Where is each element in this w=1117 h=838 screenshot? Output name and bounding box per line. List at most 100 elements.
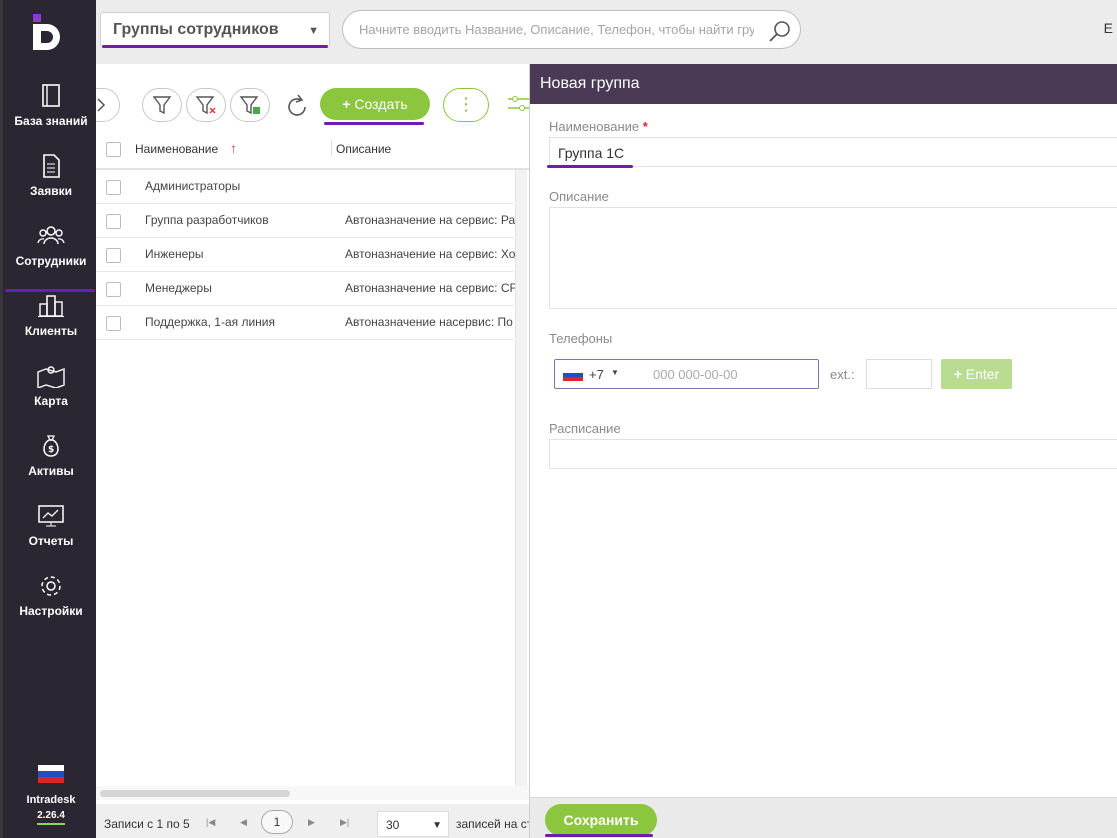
column-separator xyxy=(331,140,332,156)
last-page-icon[interactable]: ▶| xyxy=(340,817,349,828)
create-button-label: Создать xyxy=(354,96,408,112)
filter-icon xyxy=(152,96,172,115)
per-page-select[interactable]: 30 ▼ xyxy=(377,811,449,837)
row-checkbox[interactable] xyxy=(106,316,121,331)
filter-save-icon xyxy=(239,96,260,115)
section-selector[interactable]: Группы сотрудников ▼ xyxy=(100,12,330,48)
panel-form: Наименование * Группа 1С Описание Телефо… xyxy=(530,104,1117,797)
row-description: Автоназначение насервис: По xyxy=(345,315,513,329)
name-input[interactable]: Группа 1С xyxy=(549,137,1117,167)
vertical-scrollbar[interactable] xyxy=(515,170,527,786)
description-textarea[interactable] xyxy=(549,207,1117,309)
per-page-value: 30 xyxy=(386,818,400,832)
row-name: Администраторы xyxy=(145,179,241,193)
plus-icon: + xyxy=(342,96,351,112)
sidebar-item-knowledge-base[interactable]: База знаний xyxy=(3,84,99,144)
refresh-icon[interactable] xyxy=(284,92,310,120)
pagination: Записи с 1 по 5 |◀ ◀ 1 ▶ ▶| 30 ▼ записей… xyxy=(96,804,529,838)
row-description: Автоназначение на сервис: Хо xyxy=(345,247,515,261)
save-button-underline xyxy=(545,834,653,837)
search-icon[interactable] xyxy=(768,19,792,43)
name-input-underline xyxy=(547,165,633,168)
sidebar-item-map[interactable]: Карта xyxy=(3,364,99,424)
table-row[interactable]: Инженеры Автоназначение на сервис: Хо xyxy=(96,238,515,272)
name-input-value: Группа 1С xyxy=(558,145,625,161)
gear-icon xyxy=(41,576,61,596)
panel-footer: Сохранить xyxy=(530,797,1117,838)
row-checkbox[interactable] xyxy=(106,248,121,263)
language-flag-icon[interactable] xyxy=(38,765,64,783)
document-icon xyxy=(43,154,60,178)
schedule-input[interactable] xyxy=(549,439,1117,469)
sidebar-item-tickets[interactable]: Заявки xyxy=(3,154,99,214)
search-placeholder: Начните вводить Название, Описание, Теле… xyxy=(359,22,754,37)
table-row[interactable]: Менеджеры Автоназначение на сервис: CF xyxy=(96,272,515,306)
prev-page-icon[interactable]: ◀ xyxy=(240,817,247,828)
sort-asc-icon[interactable]: ↑ xyxy=(230,140,237,156)
caret-down-icon[interactable]: ▼ xyxy=(611,368,619,377)
sidebar: База знаний Заявки Сотрудники Клиенты Ка… xyxy=(0,0,96,838)
sidebar-item-assets[interactable]: $ Активы xyxy=(3,434,99,494)
table-row[interactable]: Администраторы xyxy=(96,170,514,204)
sidebar-item-label: Клиенты xyxy=(24,324,78,338)
row-checkbox[interactable] xyxy=(106,282,121,297)
column-header-name[interactable]: Наименование xyxy=(135,142,218,156)
row-name: Инженеры xyxy=(145,247,204,261)
monitor-chart-icon xyxy=(38,505,64,527)
search-input[interactable]: Начните вводить Название, Описание, Теле… xyxy=(342,10,801,49)
row-checkbox[interactable] xyxy=(106,180,121,195)
clear-filter-button[interactable] xyxy=(186,88,226,122)
description-label: Описание xyxy=(549,189,609,204)
sidebar-item-employees[interactable]: Сотрудники xyxy=(3,224,99,292)
caret-down-icon: ▼ xyxy=(432,820,442,831)
filter-button[interactable] xyxy=(142,88,182,122)
sidebar-item-settings[interactable]: Настройки xyxy=(3,574,99,634)
sidebar-footer: Intradesk 2.26.4 xyxy=(3,765,99,825)
select-all-checkbox[interactable] xyxy=(106,142,121,157)
sidebar-item-reports[interactable]: Отчеты xyxy=(3,504,99,564)
sidebar-item-label: Карта xyxy=(34,394,68,408)
create-button[interactable]: + Создать xyxy=(320,88,430,120)
user-menu-trigger[interactable]: E xyxy=(1104,20,1113,36)
phones-label: Телефоны xyxy=(549,331,613,346)
users-icon xyxy=(37,226,65,245)
column-header-description[interactable]: Описание xyxy=(336,142,391,156)
name-label-text: Наименование xyxy=(549,119,640,134)
version-label: 2.26.4 xyxy=(37,810,65,825)
table-header: Наименование ↑ Описание xyxy=(96,136,529,170)
brand-name: Intradesk xyxy=(26,794,76,806)
add-phone-button[interactable]: + Enter xyxy=(941,359,1012,389)
list-toolbar: + Создать ⋮ xyxy=(96,64,529,138)
book-icon xyxy=(42,84,60,107)
first-page-icon[interactable]: |◀ xyxy=(206,817,215,828)
save-filter-button[interactable] xyxy=(230,88,270,122)
caret-down-icon: ▼ xyxy=(308,25,319,37)
money-bag-icon: $ xyxy=(43,435,59,457)
table-row[interactable]: Группа разработчиков Автоназначение на с… xyxy=(96,204,515,238)
sidebar-item-label: Отчеты xyxy=(28,534,74,548)
collapse-button[interactable] xyxy=(96,88,120,122)
schedule-label: Расписание xyxy=(549,421,621,436)
more-actions-button[interactable]: ⋮ xyxy=(443,88,489,122)
map-icon xyxy=(37,366,65,388)
groups-list: + Создать ⋮ Наименование ↑ Описание Адми… xyxy=(96,64,529,838)
current-page[interactable]: 1 xyxy=(261,810,293,834)
next-page-icon[interactable]: ▶ xyxy=(308,817,315,828)
save-button[interactable]: Сохранить xyxy=(545,804,657,836)
table-row[interactable]: Поддержка, 1-ая линия Автоназначение нас… xyxy=(96,306,514,340)
horizontal-scrollbar[interactable] xyxy=(100,790,290,797)
country-code[interactable]: +7 xyxy=(589,367,604,382)
section-selector-value: Группы сотрудников xyxy=(113,21,279,38)
chevron-right-icon xyxy=(97,98,106,112)
phone-input[interactable]: +7 ▼ 000 000-00-00 xyxy=(554,359,819,389)
per-page-label: записей на ст xyxy=(456,817,529,831)
row-checkbox[interactable] xyxy=(106,214,121,229)
sidebar-item-clients[interactable]: Клиенты xyxy=(3,294,99,354)
column-settings-icon[interactable] xyxy=(508,94,529,114)
topbar: Группы сотрудников ▼ Начните вводить Наз… xyxy=(96,0,1117,64)
country-flag-icon[interactable] xyxy=(563,369,583,381)
plus-icon: + xyxy=(953,366,962,382)
intradesk-logo-icon[interactable] xyxy=(33,14,71,50)
ext-input[interactable] xyxy=(866,359,932,389)
row-name: Группа разработчиков xyxy=(145,213,269,227)
